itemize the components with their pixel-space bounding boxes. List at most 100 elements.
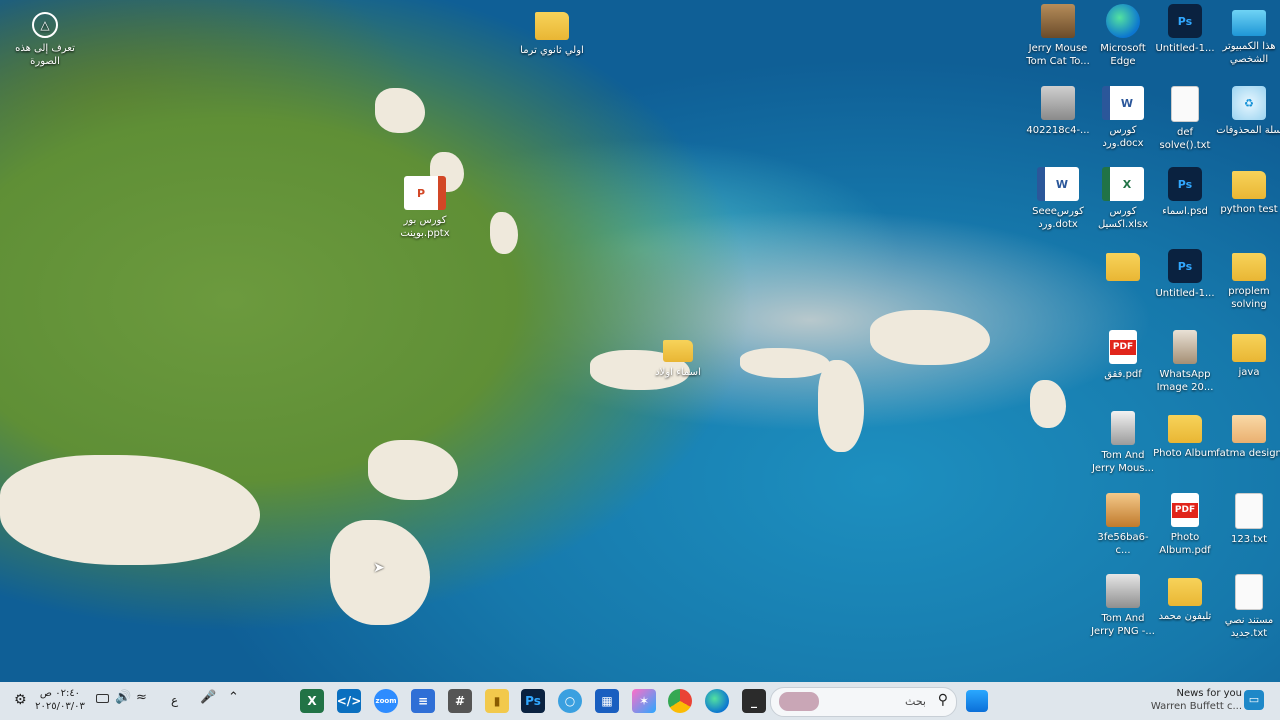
word-file-icon: W xyxy=(1037,167,1079,201)
wallpaper-cliff xyxy=(1030,380,1066,428)
desktop-icon[interactable]: PDF Photo Album.pdf xyxy=(1152,493,1218,557)
icon-label: سلة المحذوفات xyxy=(1216,125,1280,136)
notification-bell-icon[interactable]: ⚙ xyxy=(14,692,27,708)
desktop-icon[interactable]: P كورس بور بوينت.pptx xyxy=(392,176,458,240)
folder-icon xyxy=(1232,334,1266,362)
wallpaper-cliff xyxy=(375,88,425,133)
battery-icon[interactable] xyxy=(96,694,109,703)
wifi-icon[interactable]: ≈ xyxy=(136,690,147,705)
taskbar: ⚙ ٠٢:٤٠ ص ٢٠٢٥/٠٣/٠٣ 🔊 ≈ ع 🎤 ⌃ X </> zoo… xyxy=(0,682,1280,720)
pdf-file-icon: PDF xyxy=(1171,493,1199,527)
clock[interactable]: ٠٢:٤٠ ص ٢٠٢٥/٠٣/٠٣ xyxy=(34,687,86,713)
desktop-icon[interactable]: WhatsApp Image 20... xyxy=(1152,330,1218,394)
learn-about-picture-widget[interactable]: △ تعرف إلى هذه الصورة xyxy=(12,12,78,68)
edge-taskbar-icon[interactable] xyxy=(705,689,729,713)
news-widget-icon[interactable]: ▭ xyxy=(1244,690,1264,710)
icon-label: اسماء اولاد xyxy=(655,367,701,378)
desktop-icon[interactable]: Tom And Jerry PNG -... xyxy=(1090,574,1156,638)
folder-icon xyxy=(1232,171,1266,199)
folder-icon xyxy=(1168,415,1202,443)
folder-icon xyxy=(1168,578,1202,606)
desktop-icon[interactable]: تليفون محمد xyxy=(1152,574,1218,623)
file-explorer-taskbar-icon[interactable]: ▮ xyxy=(485,689,509,713)
input-language[interactable]: ع xyxy=(171,693,178,707)
desktop-icon[interactable]: Microsoft Edge xyxy=(1090,4,1156,68)
icon-label: اولي ثانوي ترما xyxy=(520,45,584,56)
photoshop-taskbar-icon[interactable]: Ps xyxy=(521,689,545,713)
copilot-taskbar-icon[interactable]: ✶ xyxy=(632,689,656,713)
edge-icon xyxy=(1106,4,1140,38)
desktop-icon[interactable]: java xyxy=(1216,330,1280,379)
powerpoint-file-icon: P xyxy=(404,176,446,210)
text-file-icon xyxy=(1235,493,1263,529)
chevron-up-icon[interactable]: ⌃ xyxy=(228,690,239,705)
excel-taskbar-icon[interactable]: X xyxy=(300,689,324,713)
desktop-icon[interactable]: PDF فقق.pdf xyxy=(1090,330,1156,381)
desktop-icon[interactable]: Tom And Jerry Mous... xyxy=(1090,411,1156,475)
desktop-icon[interactable]: Photo Album xyxy=(1152,411,1218,460)
chrome-taskbar-icon[interactable] xyxy=(668,689,692,713)
icon-label: proplem solving xyxy=(1228,286,1270,310)
desktop-icon[interactable]: 123.txt xyxy=(1216,493,1280,546)
desktop-icon[interactable]: proplem solving xyxy=(1216,249,1280,311)
desktop-icon[interactable]: W كورس ورد.docx xyxy=(1090,86,1156,150)
desktop-icon[interactable]: fatma design xyxy=(1216,411,1280,460)
desktop-icon[interactable]: Jerry Mouse Tom Cat To... xyxy=(1025,4,1091,68)
desktop-icon[interactable]: مستند نصي جديد.txt xyxy=(1216,574,1280,640)
desktop-icon[interactable]: اولي ثانوي ترما xyxy=(519,8,585,57)
taskbar-search[interactable]: بحث ⚲ xyxy=(770,687,957,717)
image-file-icon xyxy=(1106,574,1140,608)
icon-label: Photo Album xyxy=(1153,448,1217,459)
icon-label: فقق.pdf xyxy=(1104,369,1142,380)
desktop-icon[interactable]: اسماء اولاد xyxy=(645,336,711,379)
icon-label: fatma design xyxy=(1216,448,1280,459)
news-subtitle: Warren Buffett c... xyxy=(1150,701,1242,712)
calculator-taskbar-icon[interactable]: # xyxy=(448,689,472,713)
zoom-taskbar-icon[interactable]: zoom xyxy=(374,689,398,713)
desktop-icon[interactable]: Ps Untitled-1... xyxy=(1152,4,1218,55)
desktop-icon[interactable] xyxy=(1090,249,1156,285)
icon-label: Jerry Mouse Tom Cat To... xyxy=(1026,43,1090,67)
desktop-icon[interactable]: Ps اسماء.psd xyxy=(1152,167,1218,218)
icon-label: 402218c4-... xyxy=(1026,125,1090,136)
icon-label: مستند نصي جديد.txt xyxy=(1224,615,1274,639)
wallpaper-cliff xyxy=(0,455,260,565)
icon-label: Seeeكورس ورد.dotx xyxy=(1032,206,1084,230)
icon-label: Untitled-1... xyxy=(1155,43,1215,54)
news-widget[interactable]: News for you Warren Buffett c... xyxy=(1146,687,1242,713)
desktop-icon[interactable]: python test xyxy=(1216,167,1280,216)
wallpaper-cliff xyxy=(490,212,518,254)
search-highlight-image xyxy=(779,692,819,711)
camera-lens-icon: △ xyxy=(32,12,58,38)
folder-icon xyxy=(1232,415,1266,443)
icon-label: تليفون محمد xyxy=(1158,611,1212,622)
volume-icon[interactable]: 🔊 xyxy=(115,690,131,705)
image-file-icon xyxy=(1111,411,1135,445)
desktop-icon[interactable]: def solve().txt xyxy=(1152,86,1218,152)
word-file-icon: W xyxy=(1102,86,1144,120)
desktop-icon[interactable]: Ps Untitled-1... xyxy=(1152,249,1218,300)
wallpaper-cliff xyxy=(740,348,830,378)
store-taskbar-icon[interactable]: ▦ xyxy=(595,689,619,713)
news-title: News for you xyxy=(1176,688,1242,699)
desktop-icon[interactable]: 3fe56ba6-c... xyxy=(1090,493,1156,557)
desktop-icon[interactable]: W Seeeكورس ورد.dotx xyxy=(1025,167,1091,231)
photoshop-file-icon: Ps xyxy=(1168,249,1202,283)
terminal-taskbar-icon[interactable]: _ xyxy=(742,689,766,713)
desktop-icon[interactable]: X كورس اكسيل.xlsx xyxy=(1090,167,1156,231)
microphone-icon[interactable]: 🎤 xyxy=(200,690,216,705)
vscode-taskbar-icon[interactable]: </> xyxy=(337,689,361,713)
icon-label: python test xyxy=(1220,204,1278,215)
image-file-icon xyxy=(1106,493,1140,527)
folder-icon xyxy=(535,12,569,40)
icon-label: WhatsApp Image 20... xyxy=(1156,369,1214,393)
search-icon: ⚲ xyxy=(937,692,948,708)
browser-taskbar-icon[interactable]: ○ xyxy=(558,689,582,713)
desktop-icon[interactable]: ♻ سلة المحذوفات xyxy=(1216,86,1280,137)
folder-icon xyxy=(1232,253,1266,281)
notepad-taskbar-icon[interactable]: ≡ xyxy=(411,689,435,713)
start-button[interactable] xyxy=(966,690,988,712)
photoshop-file-icon: Ps xyxy=(1168,167,1202,201)
desktop-icon[interactable]: 402218c4-... xyxy=(1025,86,1091,137)
desktop-icon[interactable]: هذا الكمبيوتر الشخصي xyxy=(1216,4,1280,66)
